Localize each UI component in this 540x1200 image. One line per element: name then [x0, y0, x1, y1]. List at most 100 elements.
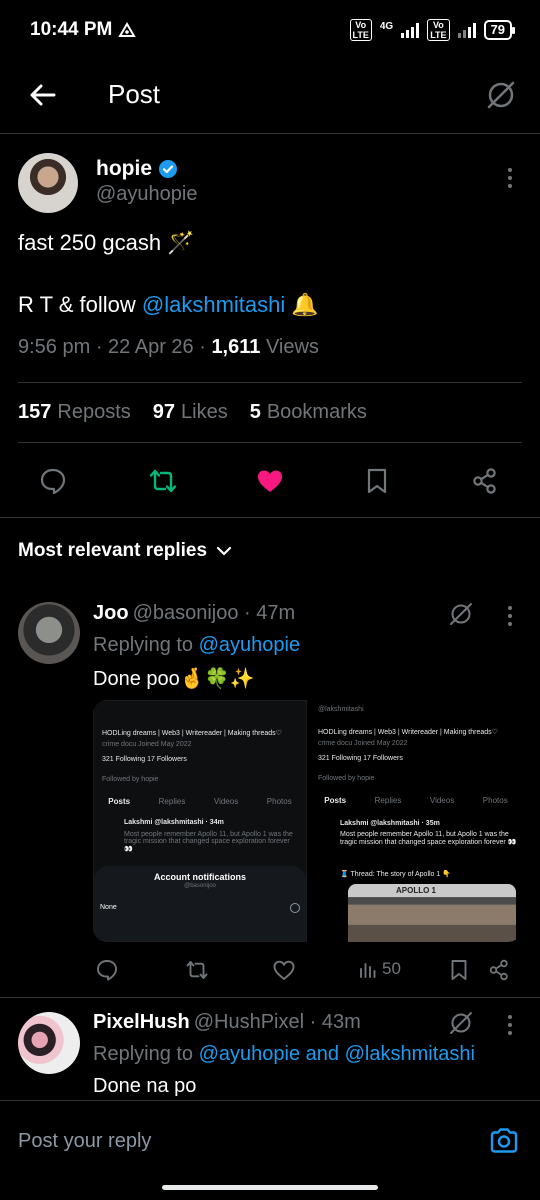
grok-icon[interactable] [448, 601, 474, 627]
reposts-label: Reposts [57, 401, 131, 423]
camera-icon[interactable] [488, 1125, 520, 1157]
grok-icon[interactable] [484, 78, 518, 112]
like-icon[interactable] [255, 466, 285, 496]
reply-composer [0, 1100, 540, 1184]
reply-time: · 43m [304, 1011, 361, 1033]
post-actions [0, 462, 540, 502]
author-handle[interactable]: @ayuhopie [96, 183, 197, 206]
media-image-right[interactable]: @lakshmitashi HODLing dreams | Web3 | Wr… [310, 700, 522, 942]
likes-count: 97 [152, 401, 175, 423]
bookmark-icon[interactable] [362, 466, 392, 496]
battery-level: 79 [490, 22, 505, 37]
sheet-option: None [100, 904, 117, 911]
reply-author-name[interactable]: Joo [93, 602, 129, 624]
shot-meta: crime docu Joined May 2022 [318, 740, 408, 747]
post-more-icon[interactable] [507, 168, 513, 192]
author-avatar[interactable] [18, 153, 78, 213]
network-type: 4G [379, 20, 394, 32]
post-text-prefix: R T & follow [18, 292, 142, 317]
divider [0, 517, 540, 518]
reply-icon[interactable] [38, 466, 68, 496]
sheet-title: Account notifications [154, 872, 246, 882]
share-icon[interactable] [487, 958, 511, 982]
hotspot-icon [118, 22, 137, 37]
mention-link[interactable]: @lakshmitashi [142, 292, 285, 317]
post-meta: 9:56 pm · 22 Apr 26 · 1,611 Views [18, 336, 319, 359]
post-text-suffix: 🔔 [285, 292, 319, 317]
repost-icon[interactable] [148, 466, 178, 496]
reply-icon[interactable] [95, 958, 119, 982]
reply-more-icon[interactable] [507, 606, 513, 630]
apollo-photo: APOLLO 1 [348, 884, 516, 942]
signal-icon [401, 22, 420, 38]
replying-to-link[interactable]: @ayuhopie and @lakshmitashi [199, 1043, 475, 1065]
share-icon[interactable] [470, 466, 500, 496]
reply-avatar[interactable] [18, 1012, 80, 1074]
replying-to: Replying to @ayuhopie [93, 634, 300, 657]
shot-bio: HODLing dreams | Web3 | Writereader | Ma… [318, 729, 498, 736]
reply-author-handle[interactable]: @HushPixel [194, 1011, 304, 1033]
replying-to-link[interactable]: @ayuhopie [199, 634, 300, 656]
like-icon[interactable] [272, 958, 296, 982]
replying-to: Replying to @ayuhopie and @lakshmitashi [93, 1043, 475, 1066]
post-stats: 157 Reposts 97 Likes 5 Bookmarks [18, 401, 367, 424]
replying-label: Replying to [93, 1043, 199, 1065]
repost-icon[interactable] [185, 958, 209, 982]
radio-icon [290, 903, 300, 913]
divider [18, 382, 522, 383]
shot-post-text: Most people remember Apollo 11, but Apol… [340, 831, 517, 846]
reply-views[interactable]: 50 [358, 959, 401, 979]
reply-author-name[interactable]: PixelHush [93, 1011, 190, 1033]
reply-text: Done na po [93, 1075, 197, 1097]
likes-label: Likes [181, 401, 228, 423]
reply-media[interactable]: HODLing dreams | Web3 | Writereader | Ma… [93, 700, 522, 942]
shot-follow: 321 Following 17 Followers [102, 756, 187, 763]
reply-author-row[interactable]: PixelHush @HushPixel · 43m [93, 1011, 361, 1034]
verified-badge-icon [159, 160, 177, 178]
post-text-line1: fast 250 gcash 🪄 [18, 230, 195, 255]
bookmarks-count: 5 [249, 401, 261, 423]
replies-sort-label: Most relevant replies [18, 540, 208, 561]
reply-avatar[interactable] [18, 602, 80, 664]
battery-icon: 79 [483, 20, 516, 40]
replying-label: Replying to [93, 634, 199, 656]
shot-post-name: Lakshmi @lakshmitashi · 35m [340, 820, 440, 827]
top-header: Post [0, 60, 540, 134]
grok-icon[interactable] [448, 1010, 474, 1036]
shot-sheet: Account notifications @basonijoo None [94, 866, 306, 941]
divider [0, 997, 540, 998]
bookmark-icon[interactable] [447, 958, 471, 982]
clock: 10:44 PM [30, 19, 113, 40]
volte-icon: Vo LTE [349, 19, 372, 41]
reply-author-handle[interactable]: @basonijoo [133, 602, 239, 624]
reply-views-count: 50 [382, 959, 401, 978]
reply-input[interactable] [18, 1121, 458, 1161]
home-indicator[interactable] [162, 1185, 378, 1190]
reply-time: · 47m [238, 602, 296, 624]
divider [18, 442, 522, 443]
shot-followed-by: Followed by hopie [318, 775, 375, 782]
bookmarks-label: Bookmarks [266, 401, 367, 423]
shot-bio: HODLing dreams | Web3 | Writereader | Ma… [102, 730, 282, 737]
likes-stat[interactable]: 97 Likes [153, 401, 228, 424]
sheet-sub: @basonijoo [184, 883, 216, 889]
reposts-count: 157 [18, 401, 52, 423]
media-image-left[interactable]: HODLing dreams | Web3 | Writereader | Ma… [93, 700, 307, 942]
author-name[interactable]: hopie [96, 157, 152, 181]
author-name-row[interactable]: hopie [96, 157, 178, 181]
replies-sort-dropdown[interactable]: Most relevant replies [18, 540, 233, 562]
status-time: 10:44 PM [30, 19, 137, 41]
bookmarks-stat[interactable]: 5 Bookmarks [250, 401, 367, 424]
post-timestamp: 9:56 pm · 22 Apr 26 · [18, 336, 212, 358]
reply-author-row[interactable]: Joo @basonijoo · 47m [93, 602, 295, 625]
page-title: Post [108, 79, 161, 109]
reply-more-icon[interactable] [507, 1015, 513, 1039]
status-bar: 10:44 PM Vo LTE 4G Vo LTE 79 [0, 0, 540, 60]
back-arrow-icon[interactable] [28, 80, 58, 110]
reposts-stat[interactable]: 157 Reposts [18, 401, 131, 424]
views-label: Views [260, 336, 319, 358]
signal-icon-2 [457, 22, 476, 38]
analytics-icon [360, 963, 376, 978]
shot-follow: 321 Following 17 Followers [318, 755, 403, 762]
shot-tabs: Posts Replies Videos Photos [108, 797, 292, 806]
